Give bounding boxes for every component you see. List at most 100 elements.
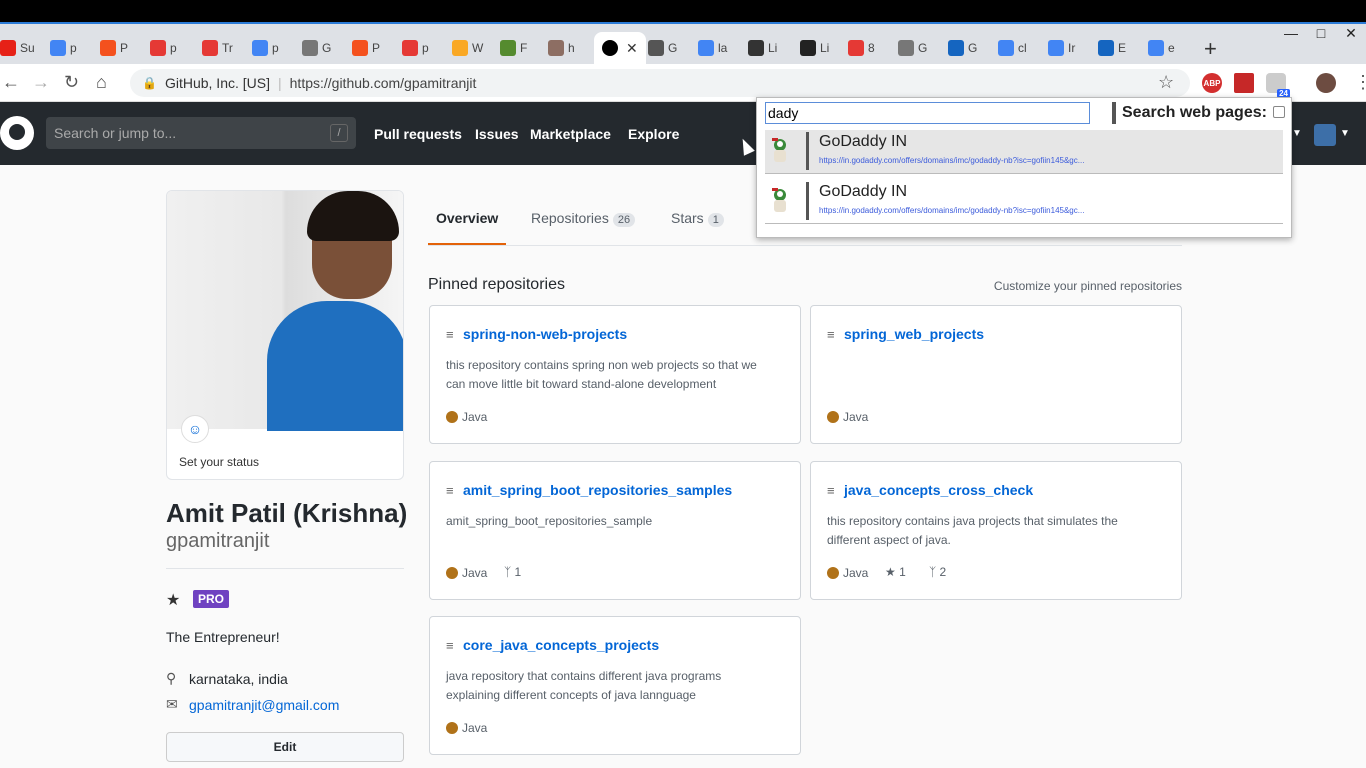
customize-pins-link[interactable]: Customize your pinned repositories	[994, 279, 1182, 293]
nav-explore[interactable]: Explore	[628, 126, 679, 142]
browser-tab[interactable]: la	[698, 34, 727, 62]
repo-forks[interactable]: ᛉ 1	[504, 565, 521, 579]
browser-tab[interactable]: p	[252, 34, 279, 62]
browser-tab[interactable]: G	[898, 34, 927, 62]
home-button[interactable]: ⌂	[96, 72, 107, 93]
tab-manager-extension-icon[interactable]: 24	[1266, 73, 1290, 98]
popup-result-item[interactable]: GoDaddy IN https://in.godaddy.com/offers…	[765, 180, 1283, 224]
window-controls: — □ ✕	[1276, 24, 1366, 44]
adblock-extension-icon[interactable]: ABP	[1202, 73, 1222, 93]
app-icon	[548, 40, 564, 56]
repo-name-link[interactable]: java_concepts_cross_check	[844, 482, 1033, 498]
browser-tab-label: cl	[1018, 41, 1027, 55]
browser-tab[interactable]: Li	[800, 34, 829, 62]
url-text[interactable]: https://github.com/gpamitranjit	[290, 75, 477, 91]
smiley-status-icon[interactable]: ☺	[181, 415, 209, 443]
browser-tab-label: Ir	[1068, 41, 1076, 55]
browser-tab[interactable]: Su	[0, 34, 35, 62]
user-menu-caret-icon[interactable]: ▼	[1340, 128, 1350, 139]
tab-repositories[interactable]: Repositories 26	[531, 210, 636, 227]
browser-tab[interactable]: G	[302, 34, 331, 62]
browser-tab[interactable]: p	[402, 34, 429, 62]
result-url: https://in.godaddy.com/offers/domains/im…	[819, 156, 1085, 165]
repo-name-link[interactable]: spring-non-web-projects	[463, 326, 627, 342]
browser-tab-strip: — □ ✕ Su p Pp Tr p G Pp W Fh Gla Li Li 8 G Gcl Ir Ee ✕ +	[0, 22, 1366, 64]
github-logo-icon[interactable]	[0, 116, 34, 150]
close-window-button[interactable]: ✕	[1336, 24, 1366, 44]
browser-tab-label: P	[120, 41, 129, 55]
browser-tab-label: G	[968, 41, 978, 55]
browser-tab[interactable]: P	[100, 34, 128, 62]
address-bar[interactable]: 🔒 GitHub, Inc. [US] | https://github.com…	[130, 69, 1190, 97]
lock-icon: 🔒	[142, 76, 157, 90]
new-tab-button[interactable]: +	[1204, 36, 1217, 62]
repo-name-link[interactable]: amit_spring_boot_repositories_samples	[463, 482, 732, 498]
repo-name-link[interactable]: core_java_concepts_projects	[463, 637, 659, 653]
browser-tab-active[interactable]: ✕	[594, 32, 646, 64]
profile-avatar[interactable]	[1316, 73, 1336, 93]
github-search-input[interactable]: Search or jump to... /	[46, 117, 356, 149]
github-icon	[602, 40, 618, 56]
repo-description: this repository contains java projects t…	[827, 514, 1118, 547]
repo-star-count: 1	[899, 565, 906, 579]
browser-tab[interactable]: F	[500, 34, 527, 62]
browser-tab[interactable]: Ir	[1048, 34, 1075, 62]
browser-tab-label: F	[520, 41, 528, 55]
nav-marketplace[interactable]: Marketplace	[530, 126, 611, 142]
browser-tab[interactable]: Li	[748, 34, 777, 62]
tab-stars[interactable]: Stars 1	[671, 210, 724, 227]
browser-tab-label: p	[170, 41, 177, 55]
location-pin-icon: ⚲	[166, 670, 177, 686]
browser-tab[interactable]: G	[948, 34, 977, 62]
browser-tab[interactable]: p	[150, 34, 177, 62]
set-status-link[interactable]: Set your status	[179, 455, 259, 469]
app-icon	[948, 40, 964, 56]
minimize-button[interactable]: —	[1276, 24, 1306, 44]
profile-bio: The Entrepreneur!	[166, 629, 280, 645]
forward-button[interactable]: →	[32, 72, 50, 93]
language-color-dot	[446, 567, 458, 579]
app-icon	[352, 40, 368, 56]
browser-tab[interactable]: P	[352, 34, 380, 62]
popup-search-input[interactable]: dady	[765, 102, 1090, 124]
menu-icon[interactable]: ⋮	[1354, 72, 1366, 93]
star-icon: ★	[885, 565, 896, 579]
repo-name-link[interactable]: spring_web_projects	[844, 326, 984, 342]
tab-overview[interactable]: Overview	[436, 210, 498, 226]
repo-forks[interactable]: ᛉ 2	[929, 565, 946, 579]
popup-result-item[interactable]: GoDaddy IN https://in.godaddy.com/offers…	[765, 130, 1283, 174]
repo-stars[interactable]: ★ 1	[885, 565, 906, 579]
maximize-button[interactable]: □	[1306, 24, 1336, 44]
profile-email-link[interactable]: gpamitranjit@gmail.com	[189, 697, 339, 713]
browser-tab[interactable]: e	[1148, 34, 1175, 62]
browser-tab-label: Li	[820, 41, 830, 55]
edit-profile-button[interactable]: Edit	[166, 732, 404, 762]
result-url: https://in.godaddy.com/offers/domains/im…	[819, 206, 1085, 215]
browser-tab[interactable]: W	[452, 34, 483, 62]
bookmark-star-icon[interactable]: ☆	[1158, 72, 1174, 93]
browser-tab-label: h	[568, 41, 575, 55]
create-menu-caret-icon[interactable]: ▼	[1292, 128, 1302, 139]
browser-tab[interactable]: G	[648, 34, 677, 62]
browser-tab-label: 8	[868, 41, 875, 55]
browser-tab[interactable]: Tr	[202, 34, 233, 62]
nav-pull-requests[interactable]: Pull requests	[374, 126, 462, 142]
browser-tab[interactable]: cl	[998, 34, 1027, 62]
book-extension-icon[interactable]	[1234, 73, 1254, 93]
user-avatar-menu[interactable]	[1314, 124, 1336, 146]
browser-tab[interactable]: h	[548, 34, 575, 62]
search-web-pages-checkbox[interactable]	[1273, 106, 1285, 118]
browser-tab[interactable]: 8	[848, 34, 875, 62]
repo-card: ≡ core_java_concepts_projects java repos…	[429, 616, 801, 755]
repo-fork-count: 2	[939, 565, 947, 579]
close-tab-icon[interactable]: ✕	[626, 40, 638, 57]
google-icon	[1048, 40, 1064, 56]
back-button[interactable]: ←	[2, 72, 20, 93]
browser-tab[interactable]: p	[50, 34, 77, 62]
browser-tab[interactable]: E	[1098, 34, 1126, 62]
nav-issues[interactable]: Issues	[475, 126, 519, 142]
repo-card: ≡ java_concepts_cross_check this reposit…	[810, 461, 1182, 600]
photo-hair	[307, 191, 399, 241]
language-color-dot	[446, 411, 458, 423]
reload-button[interactable]: ↻	[64, 72, 79, 93]
